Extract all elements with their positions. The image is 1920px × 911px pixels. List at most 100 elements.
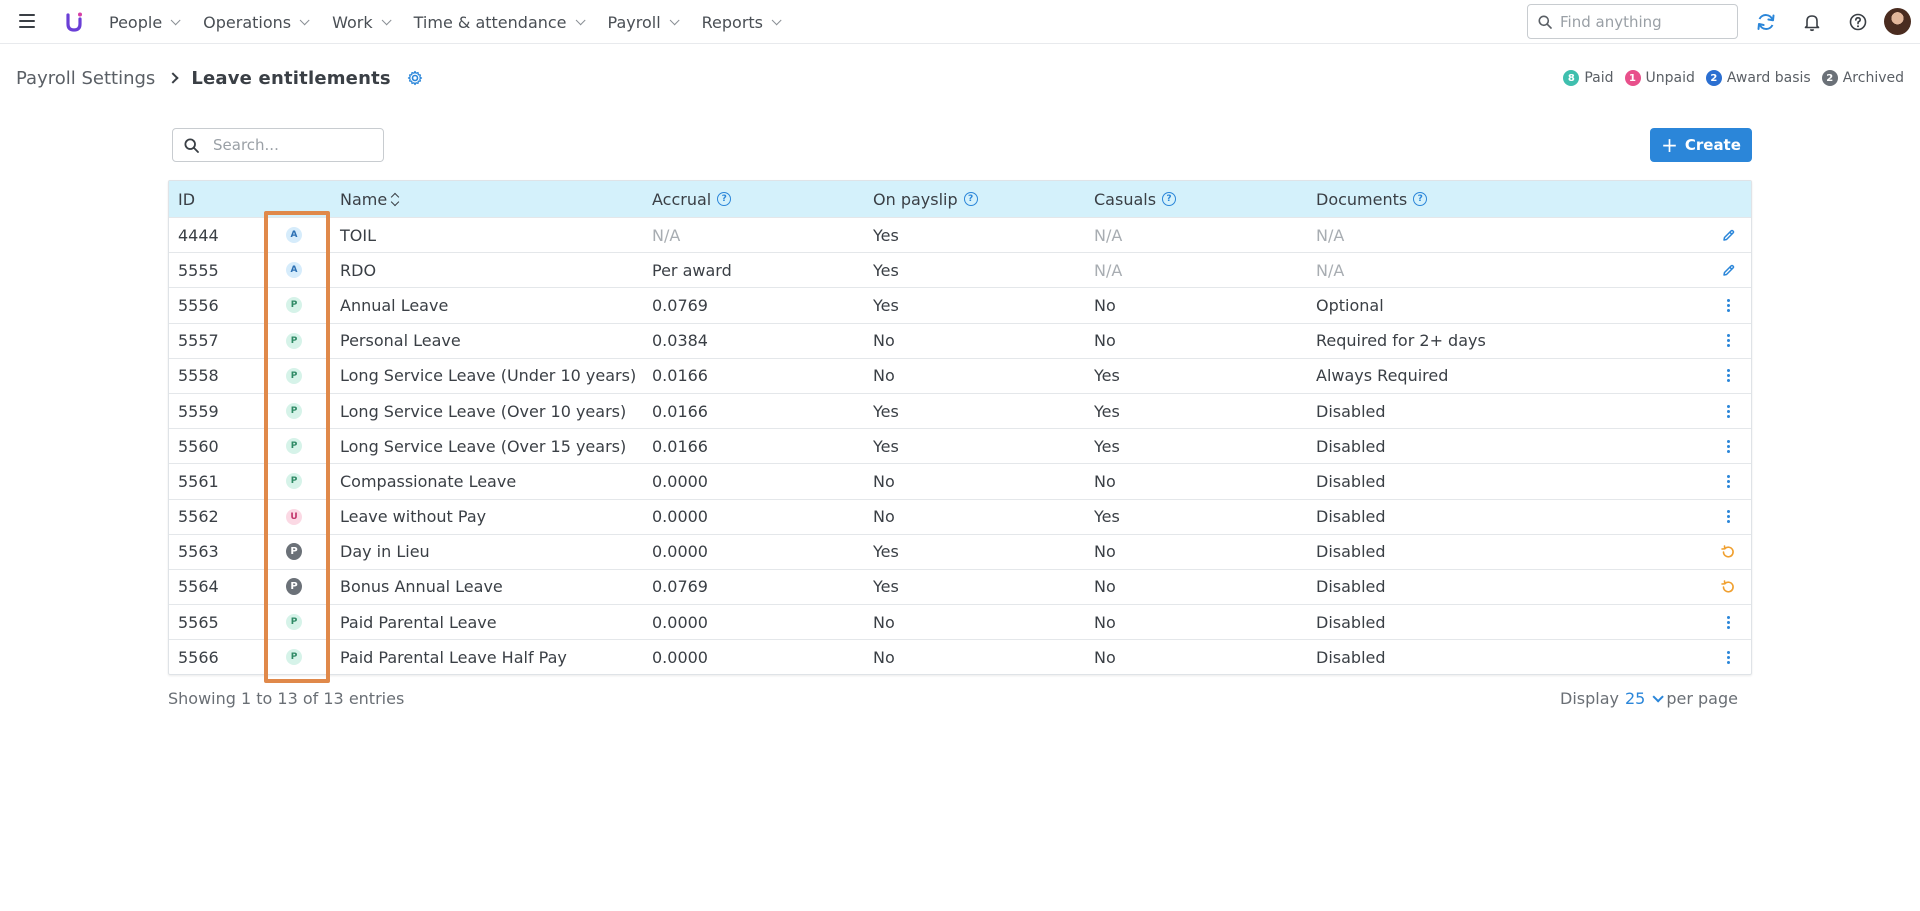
display-label: Display — [1560, 689, 1619, 708]
refresh-icon[interactable] — [1755, 11, 1777, 33]
app-logo-icon[interactable] — [63, 11, 85, 33]
cell-on-payslip: Yes — [873, 577, 899, 597]
nav-item-people[interactable]: People — [109, 12, 181, 32]
more-options-icon[interactable] — [1720, 605, 1736, 639]
sort-icon[interactable] — [390, 192, 400, 206]
cell-leave-type: A — [286, 218, 302, 252]
more-options-icon[interactable] — [1720, 429, 1736, 463]
table-row[interactable]: 5566 Paid Parental Leave Half Pay 0.0000 No… — [169, 639, 1751, 674]
legend-count-badge: 2 — [1705, 70, 1722, 86]
edit-pencil-icon[interactable] — [1720, 253, 1736, 287]
legend-count-badge: 8 — [1563, 70, 1580, 86]
legend-item-unpaid[interactable]: 1 Unpaid — [1624, 70, 1695, 86]
global-search-box[interactable] — [1527, 4, 1738, 39]
search-icon — [1538, 15, 1552, 29]
cell-name: Paid Parental Leave — [340, 612, 497, 632]
legend-item-archived[interactable]: 2 Archived — [1821, 70, 1904, 86]
breadcrumb-payroll-settings[interactable]: Payroll Settings — [16, 68, 155, 89]
more-options-icon[interactable] — [1720, 640, 1736, 674]
cell-documents: Disabled — [1316, 612, 1386, 632]
cell-name: Personal Leave — [340, 331, 461, 351]
cell-accrual: Per award — [652, 260, 732, 280]
more-options-icon[interactable] — [1720, 464, 1736, 498]
table-row[interactable]: 5565 Paid Parental Leave 0.0000 No No Disable… — [169, 604, 1751, 639]
more-options-icon[interactable] — [1720, 359, 1736, 393]
per-page-value: 25 — [1624, 689, 1646, 708]
breadcrumb: Payroll Settings Leave entitlements — [16, 66, 423, 90]
leave-type-badge: P — [286, 367, 302, 384]
more-options-icon[interactable] — [1720, 288, 1736, 322]
cell-accrual: 0.0000 — [652, 471, 708, 491]
table-row[interactable]: 5558 Long Service Leave (Under 10 years) 0… — [169, 357, 1751, 393]
restore-icon[interactable] — [1720, 570, 1736, 604]
edit-pencil-icon[interactable] — [1720, 218, 1736, 252]
table-row[interactable]: 5559 Long Service Leave (Over 10 years) 0.… — [169, 392, 1751, 428]
nav-item-label: Time & attendance — [413, 12, 567, 32]
nav-item-operations[interactable]: Operations — [203, 13, 310, 32]
nav-item-reports[interactable]: Reports — [702, 13, 782, 32]
table-search-input[interactable] — [213, 136, 373, 154]
cell-documents: N/A — [1316, 225, 1345, 245]
more-options-icon[interactable] — [1720, 394, 1736, 428]
nav-item-label: People — [109, 12, 163, 32]
legend-count-badge: 2 — [1821, 70, 1838, 86]
cell-on-payslip: Yes — [873, 436, 899, 456]
cell-accrual: 0.0166 — [652, 436, 708, 456]
column-header-name[interactable]: Name — [340, 181, 400, 217]
more-options-icon[interactable] — [1720, 500, 1736, 534]
global-search-input[interactable] — [1560, 12, 1730, 31]
table-row[interactable]: 5557 Personal Leave 0.0384 No No Required for… — [169, 322, 1751, 358]
cell-documents: N/A — [1316, 260, 1345, 280]
nav-item-payroll[interactable]: Payroll — [607, 12, 680, 32]
cell-documents: Disabled — [1316, 401, 1386, 421]
legend-item-award-basis[interactable]: 2 Award basis — [1705, 70, 1811, 86]
chevron-down-icon — [1652, 690, 1665, 703]
chevron-down-icon — [669, 14, 680, 25]
leave-type-badge: A — [286, 262, 302, 279]
cell-name: Leave without Pay — [340, 507, 487, 527]
cell-leave-type: P — [286, 429, 302, 463]
leave-type-badge: U — [286, 508, 302, 525]
plus-icon: + — [1661, 133, 1678, 157]
table-row[interactable]: 5563 Day in Lieu 0.0000 Yes No Disabled P — [169, 533, 1751, 569]
table-row[interactable]: 5564 Bonus Annual Leave 0.0769 Yes No Disable… — [169, 568, 1751, 604]
cell-id: 5562 — [178, 507, 219, 527]
cell-accrual: 0.0000 — [652, 542, 708, 562]
settings-gear-icon[interactable] — [407, 70, 423, 86]
nav-item-time-attendance[interactable]: Time & attendance — [413, 12, 586, 32]
casuals-help-icon[interactable]: ? — [1162, 192, 1177, 206]
hamburger-menu-icon[interactable] — [19, 14, 35, 28]
table-row[interactable]: 5560 Long Service Leave (Over 15 years) 0.… — [169, 428, 1751, 463]
legend-item-paid[interactable]: 8 Paid — [1563, 70, 1614, 86]
restore-icon[interactable] — [1720, 535, 1736, 569]
cell-on-payslip: No — [873, 507, 895, 527]
on-payslip-help-icon[interactable]: ? — [963, 192, 978, 206]
cell-on-payslip: No — [873, 647, 895, 667]
cell-leave-type: A — [286, 253, 302, 287]
table-row[interactable]: 5561 Compassionate Leave 0.0000 No No Disable… — [169, 463, 1751, 498]
leave-type-badge: P — [286, 649, 302, 666]
table-row[interactable]: 5562 Leave without Pay 0.0000 No Yes Disabled… — [169, 498, 1751, 534]
cell-casuals: N/A — [1094, 260, 1123, 280]
chevron-down-icon — [170, 14, 181, 25]
user-avatar[interactable] — [1884, 8, 1911, 35]
search-icon — [184, 137, 199, 153]
cell-name: Annual Leave — [340, 295, 449, 315]
nav-item-label: Payroll — [607, 12, 661, 32]
cell-id: 5559 — [178, 401, 219, 421]
cell-id: 4444 — [178, 225, 219, 245]
create-button[interactable]: + Create — [1650, 128, 1752, 162]
accrual-help-icon[interactable]: ? — [717, 192, 732, 206]
nav-item-work[interactable]: Work — [332, 13, 392, 32]
per-page-select[interactable]: 25 — [1624, 689, 1665, 708]
leave-type-legend: 8 Paid 1 Unpaid 2 Award basis 2 Archived — [1552, 70, 1904, 86]
notification-bell-icon[interactable] — [1801, 11, 1823, 33]
documents-help-icon[interactable]: ? — [1413, 192, 1428, 206]
table-row[interactable]: 5555 RDO Per award Yes N/A N/A A — [169, 252, 1751, 287]
table-search-box[interactable] — [172, 128, 384, 162]
chevron-down-icon — [575, 14, 586, 25]
table-row[interactable]: 4444 TOIL N/A Yes N/A N/A A — [169, 217, 1751, 252]
more-options-icon[interactable] — [1720, 324, 1736, 358]
table-row[interactable]: 5556 Annual Leave 0.0769 Yes No Optional P — [169, 287, 1751, 322]
help-icon[interactable] — [1847, 11, 1869, 33]
